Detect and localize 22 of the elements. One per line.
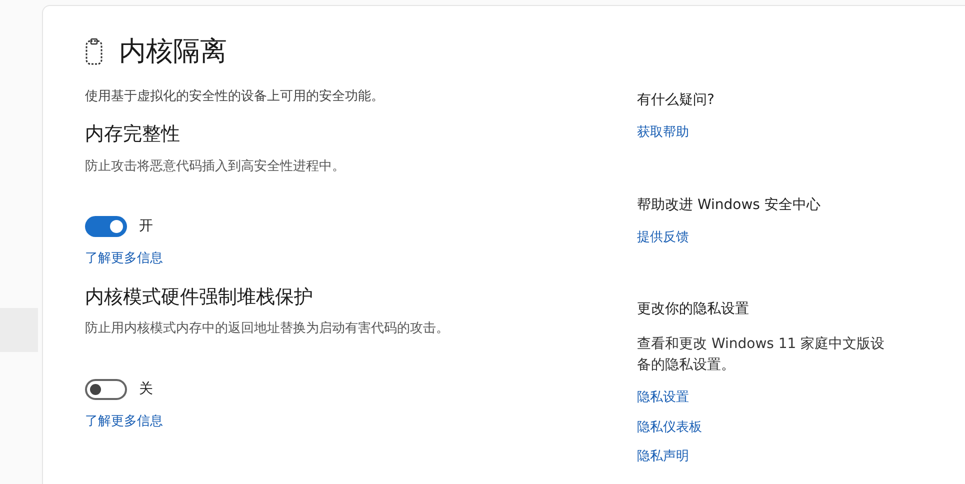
side-description: 查看和更改 Windows 11 家庭中文版设备的隐私设置。 (637, 335, 886, 375)
section-title: 内存完整性 (85, 122, 181, 147)
toggle-state-label: 关 (139, 380, 153, 398)
side-link[interactable]: 提供反馈 (637, 228, 965, 247)
side-link[interactable]: 隐私设置 (637, 388, 965, 408)
chip-icon (85, 38, 103, 66)
learn-more-link[interactable]: 了解更多信息 (85, 412, 637, 431)
page-description: 使用基于虚拟化的安全性的设备上可用的安全功能。 (85, 88, 385, 106)
learn-more-link[interactable]: 了解更多信息 (85, 249, 637, 268)
section-description: 防止攻击将恶意代码插入到高安全性进程中。 (85, 158, 346, 176)
page-title: 内核隔离 (119, 35, 227, 69)
side-link[interactable]: 获取帮助 (637, 123, 965, 142)
toggle-state-label: 开 (139, 217, 153, 236)
side-link[interactable]: 隐私声明 (637, 447, 965, 466)
side-heading: 帮助改进 Windows 安全中心 (637, 196, 822, 214)
section-description: 防止用内核模式内存中的返回地址替换为启动有害代码的攻击。 (85, 320, 450, 338)
toggle-switch[interactable] (85, 216, 127, 237)
section-title: 内核模式硬件强制堆栈保护 (85, 284, 314, 310)
side-heading: 更改你的隐私设置 (637, 300, 750, 319)
side-link[interactable]: 隐私仪表板 (637, 418, 965, 437)
toggle-switch[interactable] (85, 378, 127, 400)
side-heading: 有什么疑问? (637, 91, 716, 110)
